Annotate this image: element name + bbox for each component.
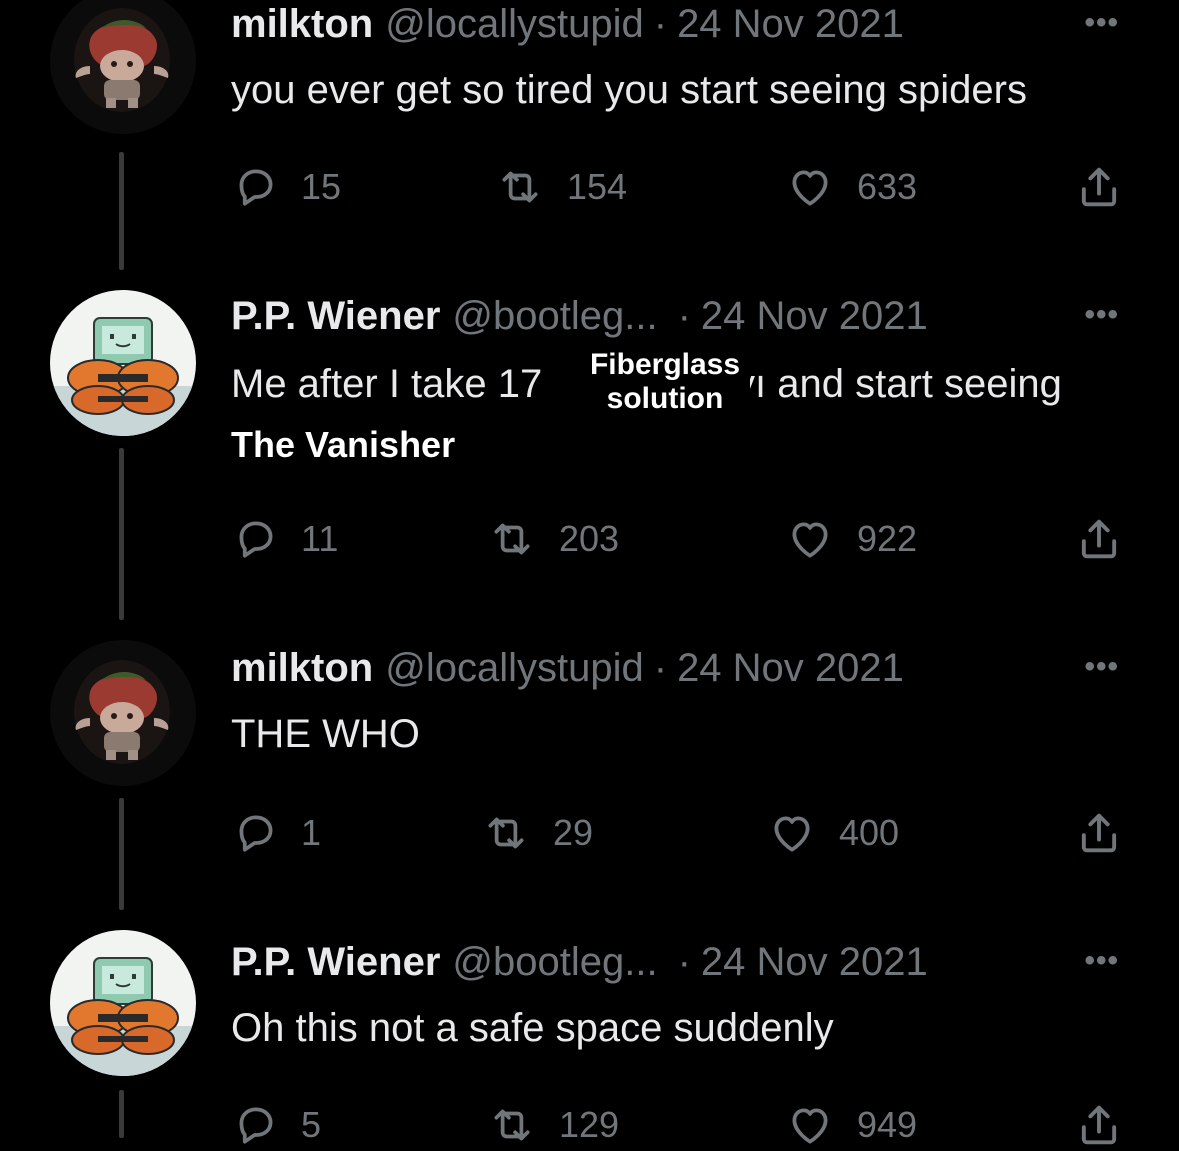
- tweet-2[interactable]: P.P. Wiener @bootleg... · 24 Nov 2021 ••…: [0, 290, 1179, 640]
- share-icon: [1073, 807, 1125, 859]
- avatar[interactable]: [50, 0, 196, 134]
- separator: ·: [677, 293, 691, 338]
- edited-caption-overlay: Fiberglass solution: [580, 348, 750, 424]
- retweet-count: 203: [559, 518, 620, 559]
- tweet-4[interactable]: P.P. Wiener @bootleg... · 24 Nov 2021 ••…: [0, 930, 1179, 1145]
- bmo-character-avatar-icon: [50, 290, 196, 436]
- timestamp[interactable]: 24 Nov 2021: [701, 940, 928, 985]
- avatar[interactable]: [50, 640, 196, 786]
- share-icon: [1073, 1099, 1125, 1151]
- handle[interactable]: @locallystupid: [385, 2, 644, 47]
- tweet-thread: milkton @locallystupid · 24 Nov 2021 •••…: [0, 0, 1179, 1145]
- overlay-caption-line-1: Fiberglass: [589, 348, 741, 381]
- separator: ·: [653, 645, 668, 690]
- display-name[interactable]: P.P. Wiener: [231, 940, 440, 985]
- retweet-button[interactable]: 29: [479, 808, 593, 858]
- more-icon[interactable]: •••: [1084, 650, 1119, 684]
- tweet-actions: 5 129 949: [231, 1100, 1131, 1150]
- tweet-header: milkton @locallystupid · 24 Nov 2021 •••: [231, 0, 1119, 48]
- more-icon[interactable]: •••: [1084, 6, 1119, 40]
- tweet-text-end: yı and start seeing: [735, 362, 1062, 406]
- retweet-count: 29: [553, 812, 594, 853]
- tweet-actions: 15 154 633: [231, 162, 1131, 212]
- share-button[interactable]: [1073, 162, 1125, 212]
- like-button[interactable]: 400: [765, 808, 899, 858]
- tweet-1[interactable]: milkton @locallystupid · 24 Nov 2021 •••…: [0, 0, 1179, 290]
- share-button[interactable]: [1073, 808, 1125, 858]
- reply-count: 15: [301, 166, 342, 207]
- tweet-actions: 1 29 400: [231, 808, 1131, 858]
- like-count: 922: [857, 518, 918, 559]
- reply-count: 1: [301, 812, 322, 853]
- like-button[interactable]: 949: [783, 1100, 917, 1150]
- reply-icon: [231, 514, 281, 564]
- tweet-text: you ever get so tired you start seeing s…: [231, 68, 1027, 112]
- reply-count: 5: [301, 1104, 322, 1145]
- separator: ·: [653, 1, 668, 46]
- strawberry-character-avatar-icon: [50, 0, 196, 134]
- tweet-actions: 11 203 922: [231, 514, 1131, 564]
- handle[interactable]: @locallystupid: [385, 646, 644, 691]
- more-icon[interactable]: •••: [1084, 944, 1119, 978]
- reply-button[interactable]: 5: [231, 1100, 321, 1150]
- share-icon: [1073, 161, 1125, 213]
- share-button[interactable]: [1073, 514, 1125, 564]
- reply-button[interactable]: 1: [231, 808, 321, 858]
- share-icon: [1073, 513, 1125, 565]
- timestamp[interactable]: 24 Nov 2021: [677, 2, 904, 47]
- like-button[interactable]: 922: [783, 514, 917, 564]
- avatar[interactable]: [50, 930, 196, 1076]
- handle[interactable]: @bootleg...: [452, 940, 657, 985]
- thread-line: [119, 798, 124, 910]
- display-name[interactable]: milkton: [231, 2, 373, 47]
- like-button[interactable]: 633: [783, 162, 917, 212]
- tweet-text: THE WHO: [231, 712, 420, 756]
- retweet-button[interactable]: 129: [485, 1100, 619, 1150]
- retweet-button[interactable]: 203: [485, 514, 619, 564]
- thread-line: [119, 448, 124, 620]
- avatar[interactable]: [50, 290, 196, 436]
- reply-icon: [231, 808, 281, 858]
- reply-icon: [231, 1100, 281, 1150]
- edited-title-overlay: The Vanisher: [231, 424, 456, 465]
- tweet-header: P.P. Wiener @bootleg... · 24 Nov 2021 ••…: [231, 292, 1119, 340]
- retweet-count: 154: [567, 166, 628, 207]
- display-name[interactable]: P.P. Wiener: [231, 294, 440, 339]
- like-icon: [765, 808, 819, 858]
- like-count: 400: [839, 812, 900, 853]
- tweet-3[interactable]: milkton @locallystupid · 24 Nov 2021 •••…: [0, 640, 1179, 930]
- more-icon[interactable]: •••: [1084, 298, 1119, 332]
- handle[interactable]: @bootleg...: [452, 294, 657, 339]
- tweet-header: P.P. Wiener @bootleg... · 24 Nov 2021 ••…: [231, 938, 1119, 986]
- like-icon: [783, 162, 837, 212]
- timestamp[interactable]: 24 Nov 2021: [701, 294, 928, 339]
- retweet-icon: [485, 1100, 539, 1150]
- retweet-icon: [485, 514, 539, 564]
- thread-line: [119, 152, 124, 270]
- retweet-count: 129: [559, 1104, 620, 1145]
- retweet-button[interactable]: 154: [493, 162, 627, 212]
- like-icon: [783, 514, 837, 564]
- reply-icon: [231, 162, 281, 212]
- like-icon: [783, 1100, 837, 1150]
- retweet-icon: [479, 808, 533, 858]
- reply-button[interactable]: 15: [231, 162, 341, 212]
- tweet-text-start: Me after I take 17: [231, 362, 543, 406]
- tweet-header: milkton @locallystupid · 24 Nov 2021 •••: [231, 644, 1119, 692]
- overlay-caption-line-2: solution: [606, 382, 724, 415]
- reply-button[interactable]: 11: [231, 514, 338, 564]
- bmo-character-avatar-icon: [50, 930, 196, 1076]
- strawberry-character-avatar-icon: [50, 640, 196, 786]
- retweet-icon: [493, 162, 547, 212]
- reply-count: 11: [301, 518, 339, 559]
- like-count: 633: [857, 166, 918, 207]
- separator: ·: [677, 939, 691, 984]
- thread-line: [119, 1090, 124, 1138]
- timestamp[interactable]: 24 Nov 2021: [677, 646, 904, 691]
- display-name[interactable]: milkton: [231, 646, 373, 691]
- like-count: 949: [857, 1104, 918, 1145]
- share-button[interactable]: [1073, 1100, 1125, 1150]
- tweet-text: Oh this not a safe space suddenly: [231, 1006, 834, 1050]
